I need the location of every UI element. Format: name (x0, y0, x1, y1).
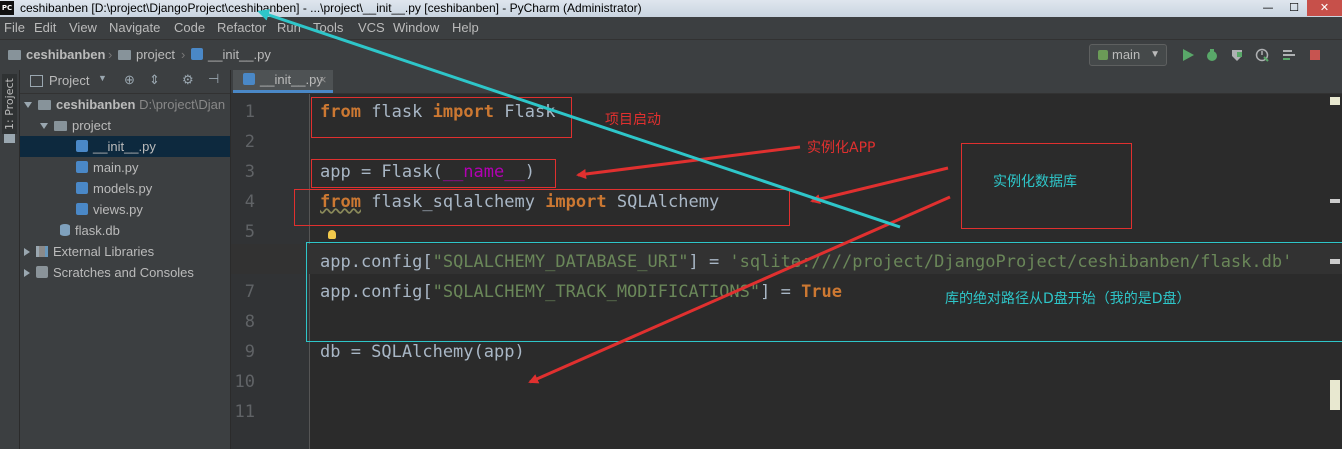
project-panel-header: Project ▼ ⊕ ⇕ ⚙ ⊣ (20, 70, 230, 94)
breadcrumb-separator: › (181, 47, 186, 62)
debug-icon[interactable] (1205, 48, 1219, 62)
tree-item-init-py[interactable]: __init__.py (20, 136, 230, 157)
project-tool-window-button[interactable]: 1: Project (2, 74, 17, 134)
menu-vcs[interactable]: VCS (358, 20, 385, 35)
scroll-marker (1330, 199, 1340, 203)
menu-window[interactable]: Window (393, 20, 439, 35)
menu-edit[interactable]: Edit (34, 20, 56, 35)
project-panel: Project ▼ ⊕ ⇕ ⚙ ⊣ ceshibanben D:\project… (20, 70, 231, 449)
database-file-icon (60, 224, 70, 236)
navigation-bar: ceshibanben › project › __init__.py main… (0, 39, 1342, 71)
breadcrumb-separator: › (108, 47, 113, 62)
chevron-down-icon[interactable]: ▼ (98, 73, 107, 83)
collapse-icon[interactable]: ⇕ (149, 72, 160, 88)
structure-icon[interactable] (4, 134, 15, 143)
line-number: 2 (244, 132, 255, 152)
line-number: 10 (234, 372, 255, 392)
python-config-icon (1098, 50, 1108, 60)
scroll-marker (1330, 380, 1340, 410)
gear-icon[interactable]: ⚙ (182, 72, 194, 88)
folder-icon (118, 50, 131, 60)
python-file-icon (76, 182, 88, 194)
line-number: 5 (244, 222, 255, 242)
line-number: 9 (244, 342, 255, 362)
expand-arrow-icon[interactable] (24, 102, 32, 108)
hide-icon[interactable]: ⊣ (208, 71, 219, 87)
annotation-instantiate-app: 实例化APP (807, 140, 876, 156)
collapsed-arrow-icon[interactable] (24, 269, 30, 277)
line-number: 4 (244, 192, 255, 212)
expand-arrow-icon[interactable] (40, 123, 48, 129)
tree-item-external-libraries[interactable]: External Libraries (20, 241, 234, 262)
python-file-icon (243, 73, 255, 85)
python-file-icon (76, 203, 88, 215)
close-button[interactable]: ✕ (1307, 0, 1342, 16)
window-title: ceshibanben [D:\project\DjangoProject\ce… (20, 1, 642, 15)
profile-icon[interactable] (1255, 48, 1269, 62)
line-number: 8 (244, 312, 255, 332)
line-number: 3 (244, 162, 255, 182)
tab-close-icon[interactable]: × (319, 70, 327, 90)
python-file-icon (191, 48, 203, 60)
breadcrumb-root[interactable]: ceshibanben (8, 47, 105, 62)
editor-tab-bar: __init__.py × (231, 70, 1342, 94)
chevron-down-icon: ▼ (1150, 49, 1160, 60)
annotation-box-import-sqlalchemy (294, 189, 790, 226)
annotation-start: 项目启动 (605, 112, 661, 128)
lightbulb-icon[interactable] (328, 230, 336, 239)
concurrency-icon[interactable] (1282, 48, 1296, 62)
project-view-icon (30, 75, 43, 87)
breadcrumb-file[interactable]: __init__.py (191, 47, 271, 62)
annotation-instantiate-db: 实例化数据库 (993, 174, 1077, 190)
annotation-db-path-note: 库的绝对路径从D盘开始（我的是D盘） (945, 291, 1191, 307)
pycharm-logo-icon: PC (0, 1, 14, 15)
menu-view[interactable]: View (69, 20, 97, 35)
tree-item-scratches[interactable]: Scratches and Consoles (20, 262, 234, 283)
menu-tools[interactable]: Tools (313, 20, 343, 35)
stop-icon[interactable] (1308, 48, 1322, 62)
window-title-bar: PC ceshibanben [D:\project\DjangoProject… (0, 0, 1342, 17)
menu-code[interactable]: Code (174, 20, 205, 35)
python-file-icon (76, 161, 88, 173)
tree-root-ceshibanben[interactable]: ceshibanben D:\project\Djan (20, 94, 234, 115)
breadcrumb-project[interactable]: project (118, 47, 175, 62)
target-icon[interactable]: ⊕ (124, 72, 135, 88)
annotation-box-import-flask (311, 97, 572, 138)
run-config-selector[interactable]: main ▼ (1089, 44, 1167, 66)
menu-file[interactable]: File (4, 20, 25, 35)
scroll-marker (1330, 97, 1340, 105)
collapsed-arrow-icon[interactable] (24, 248, 30, 256)
coverage-icon[interactable] (1230, 48, 1244, 62)
line-number: 11 (234, 402, 255, 422)
menu-help[interactable]: Help (452, 20, 479, 35)
line-number: 1 (244, 102, 255, 122)
tool-window-strip: 1: Project (0, 70, 20, 449)
line-number: 7 (244, 282, 255, 302)
tab-init-py[interactable]: __init__.py × (233, 70, 333, 93)
scratches-icon (36, 266, 48, 278)
folder-icon (54, 121, 67, 131)
menu-navigate[interactable]: Navigate (109, 20, 160, 35)
library-icon (36, 246, 48, 257)
folder-icon (38, 100, 51, 110)
maximize-button[interactable]: ☐ (1281, 0, 1307, 16)
project-view-label[interactable]: Project (49, 73, 89, 88)
run-icon[interactable] (1181, 48, 1195, 62)
tree-item-project[interactable]: project (20, 115, 250, 136)
menu-run[interactable]: Run (277, 20, 301, 35)
python-file-icon (76, 140, 88, 152)
menu-refactor[interactable]: Refactor (217, 20, 266, 35)
minimize-button[interactable]: — (1255, 0, 1281, 16)
folder-icon (8, 50, 21, 60)
annotation-box-app (311, 159, 556, 188)
menu-bar: File Edit View Navigate Code Refactor Ru… (0, 17, 1342, 39)
